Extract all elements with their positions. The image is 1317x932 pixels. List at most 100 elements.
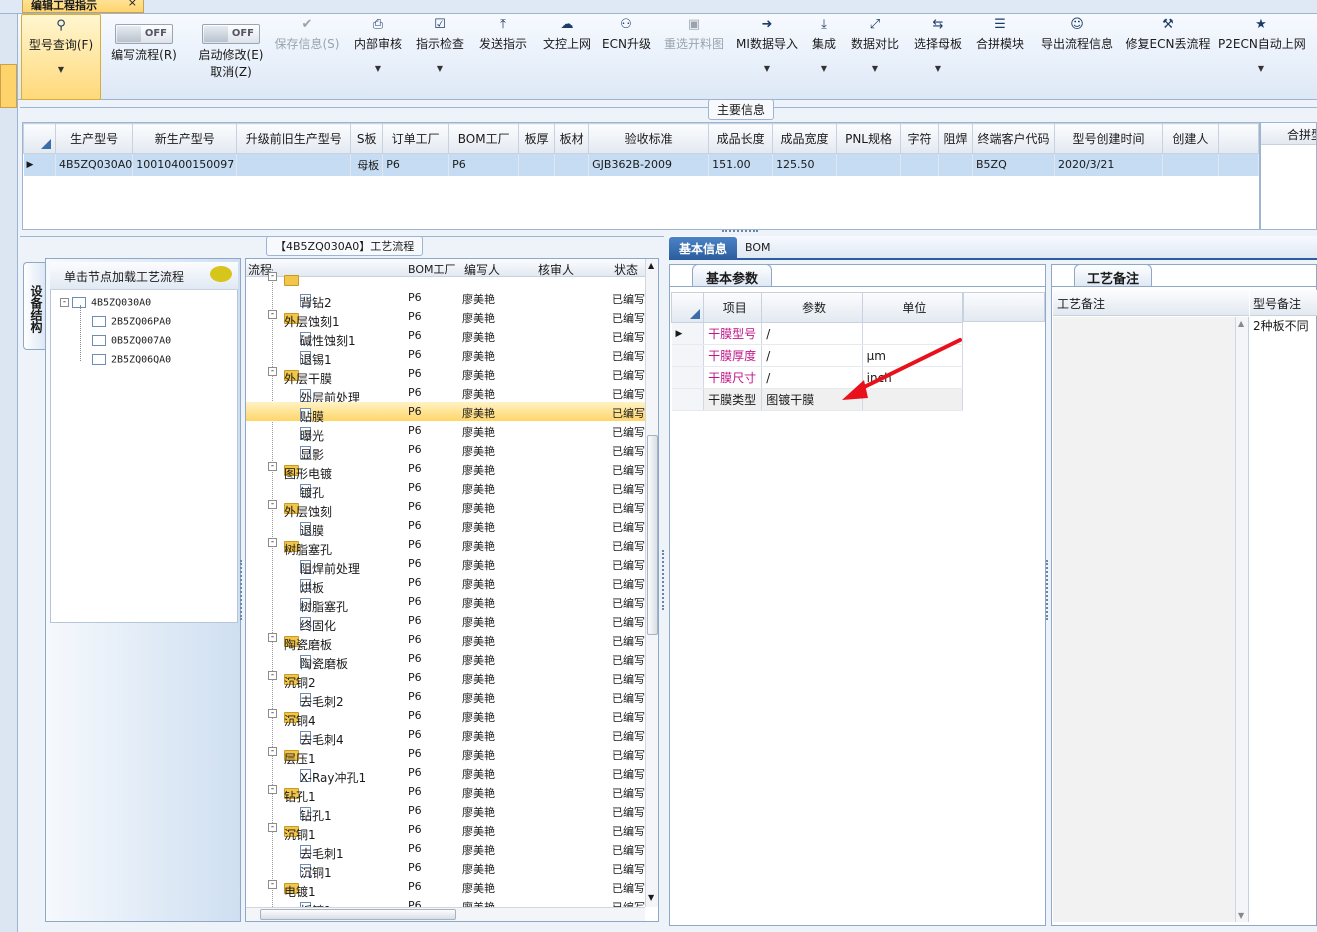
flow-row[interactable]: 镀孔 P6 廖美艳 已编写 (246, 478, 646, 500)
col-header[interactable]: 订单工厂 (382, 123, 450, 154)
col-header[interactable]: 升级前旧生产型号 (236, 123, 352, 154)
speech-bubble-icon[interactable] (210, 266, 232, 282)
fix-ecn-button[interactable]: ⚒ 修复ECN丢流程 (1124, 14, 1212, 100)
tab-basic-info[interactable]: 基本信息 (669, 237, 738, 259)
table-cell[interactable] (518, 153, 556, 176)
collapse-icon[interactable]: - (268, 671, 277, 680)
splitter-handle[interactable] (1046, 560, 1050, 620)
flow-row[interactable]: 退锡1 P6 廖美艳 已编写 (246, 345, 646, 367)
collapse-icon[interactable]: - (268, 785, 277, 794)
left-nav-selected[interactable] (0, 64, 17, 108)
col-header[interactable]: 验收标准 (588, 123, 710, 154)
flow-row[interactable]: 阻焊前处理 P6 廖美艳 已编写 (246, 554, 646, 576)
table-cell[interactable]: GJB362B-2009 (588, 153, 710, 176)
collapse-icon[interactable]: - (268, 633, 277, 642)
col-header[interactable]: 板材 (554, 123, 590, 154)
model-remark-field[interactable]: 2种板不同 (1250, 317, 1317, 337)
select-mother-button[interactable]: ⇆ 选择母板 ▼ (910, 14, 966, 100)
flow-row[interactable]: - 外层蚀刻 P6 廖美艳 已编写 (246, 497, 646, 519)
table-cell[interactable]: 151.00 (708, 153, 774, 176)
flow-row[interactable]: - 陶瓷磨板 P6 廖美艳 已编写 (246, 630, 646, 652)
table-cell[interactable]: P6 (382, 153, 450, 176)
col-header[interactable]: 新生产型号 (132, 123, 238, 154)
flow-row[interactable]: 显影 P6 廖美艳 已编写 (246, 440, 646, 462)
flow-row[interactable]: - 沉铜2 P6 廖美艳 已编写 (246, 668, 646, 690)
tab-bom[interactable]: BOM (735, 238, 781, 260)
scroll-up-icon[interactable]: ▲ (648, 261, 654, 270)
flow-row[interactable]: 树脂塞孔 P6 廖美艳 已编写 (246, 592, 646, 614)
collapse-icon[interactable]: - (268, 272, 277, 281)
col-header[interactable]: PNL规格 (836, 123, 902, 154)
tree-node-child[interactable]: 0B5ZQ007A0 (92, 335, 171, 347)
flow-row[interactable]: 陶瓷磨板 P6 廖美艳 已编写 (246, 649, 646, 671)
flow-row[interactable]: 钻孔1 P6 廖美艳 已编写 (246, 801, 646, 823)
flow-row[interactable]: - (246, 269, 646, 288)
upload-doc-button[interactable]: ☁ 文控上网 (536, 14, 598, 100)
flow-row[interactable]: 沉铜1 P6 廖美艳 已编写 (246, 858, 646, 880)
flow-row[interactable]: 退膜 P6 廖美艳 已编写 (246, 516, 646, 538)
table-cell[interactable] (900, 153, 940, 176)
table-cell[interactable] (938, 153, 973, 176)
table-cell[interactable] (836, 153, 902, 176)
model-query-button[interactable]: ⚲ 型号查询(F) ▼ (21, 14, 101, 100)
flow-row[interactable]: 碱性蚀刻1 P6 廖美艳 已编写 (246, 326, 646, 348)
col-header[interactable]: S板 (350, 123, 384, 154)
col-header[interactable]: BOM工厂 (448, 123, 520, 154)
table-cell[interactable]: 母板 (350, 153, 384, 176)
scroll-down-icon[interactable]: ▼ (1238, 911, 1244, 920)
indicator-check-button[interactable]: ☑ 指示检查 ▼ (412, 14, 468, 100)
start-modify-switch[interactable]: OFF (202, 24, 260, 44)
splitter-handle[interactable] (662, 550, 666, 610)
flow-hscrollbar[interactable] (246, 907, 645, 921)
col-header[interactable]: 成品长度 (708, 123, 774, 154)
flow-row[interactable]: X-Ray冲孔1 P6 廖美艳 已编写 (246, 763, 646, 785)
table-cell[interactable]: B5ZQ (972, 153, 1055, 176)
collapse-icon[interactable]: - (268, 500, 277, 509)
data-compare-button[interactable]: ⤢ 数据对比 ▼ (848, 14, 902, 100)
scroll-down-icon[interactable]: ▼ (648, 893, 654, 902)
table-cell[interactable] (1162, 153, 1219, 176)
col-header[interactable]: 阻焊 (938, 123, 973, 154)
p2ecn-button[interactable]: ★ P2ECN自动上网 ▼ (1218, 14, 1306, 100)
table-cell[interactable]: 4B5ZQ030A0 (55, 153, 134, 176)
remark-scrollbar[interactable]: ▲ ▼ (1235, 317, 1248, 922)
col-header[interactable]: 型号创建时间 (1053, 123, 1163, 154)
scroll-up-icon[interactable]: ▲ (1238, 319, 1244, 328)
col-header[interactable]: 字符 (900, 123, 940, 154)
save-info-button[interactable]: ✔ 保存信息(S) (270, 14, 344, 100)
flow-row[interactable]: 去毛刺2 P6 廖美艳 已编写 (246, 687, 646, 709)
flow-row[interactable]: - 树脂塞孔 P6 廖美艳 已编写 (246, 535, 646, 557)
flow-scrollbar[interactable]: ▲ ▼ (645, 259, 658, 907)
integrate-button[interactable]: ⤓ 集成 ▼ (808, 14, 840, 100)
flow-row[interactable]: - 沉铜1 P6 廖美艳 已编写 (246, 820, 646, 842)
send-indicator-button[interactable]: ⤒ 发送指示 (475, 14, 531, 100)
ecn-upgrade-button[interactable]: ⚇ ECN升级 (602, 14, 651, 100)
table-cell[interactable]: 125.50 (772, 153, 838, 176)
flow-row[interactable]: - 层压1 P6 廖美艳 已编写 (246, 744, 646, 766)
structure-side-tab[interactable]: 设备结构 (23, 262, 45, 350)
col-header[interactable]: 创建人 (1161, 123, 1219, 154)
cancel-modify-button[interactable]: 取消(Z) (186, 63, 276, 80)
flow-row[interactable]: 背钻2 P6 廖美艳 已编写 (246, 288, 646, 310)
table-cell[interactable]: 10010400150097 (132, 153, 238, 176)
flow-row[interactable]: 烘板 P6 廖美艳 已编写 (246, 573, 646, 595)
flow-row[interactable]: 曝光 P6 廖美艳 已编写 (246, 421, 646, 443)
write-flow-switch[interactable]: OFF (115, 24, 173, 44)
table-cell[interactable]: P6 (448, 153, 520, 176)
col-header[interactable]: 成品宽度 (772, 123, 838, 154)
collapse-icon[interactable]: - (268, 538, 277, 547)
write-flow-toggle[interactable]: OFF 编写流程(R) (102, 14, 186, 100)
tree-node-child[interactable]: 2B5ZQ06QA0 (92, 354, 171, 366)
flow-row[interactable]: 终固化 P6 廖美艳 已编写 (246, 611, 646, 633)
tree-node-child[interactable]: 2B5ZQ06PA0 (92, 316, 171, 328)
start-modify-toggle[interactable]: OFF 启动修改(E) 取消(Z) (186, 14, 276, 100)
export-flow-button[interactable]: ☺ 导出流程信息 (1036, 14, 1118, 100)
splitter-handle[interactable] (722, 230, 758, 234)
flow-row[interactable]: - 外层干膜 P6 廖美艳 已编写 (246, 364, 646, 386)
process-remark-field[interactable]: ▲ ▼ (1053, 317, 1249, 922)
internal-review-button[interactable]: ⎙ 内部审核 ▼ (350, 14, 406, 100)
collapse-icon[interactable]: - (268, 747, 277, 756)
flow-row[interactable]: 外层前处理 P6 廖美艳 已编写 (246, 383, 646, 405)
col-header[interactable]: 终端客户代码 (972, 123, 1055, 154)
col-header[interactable]: 生产型号 (54, 123, 134, 154)
